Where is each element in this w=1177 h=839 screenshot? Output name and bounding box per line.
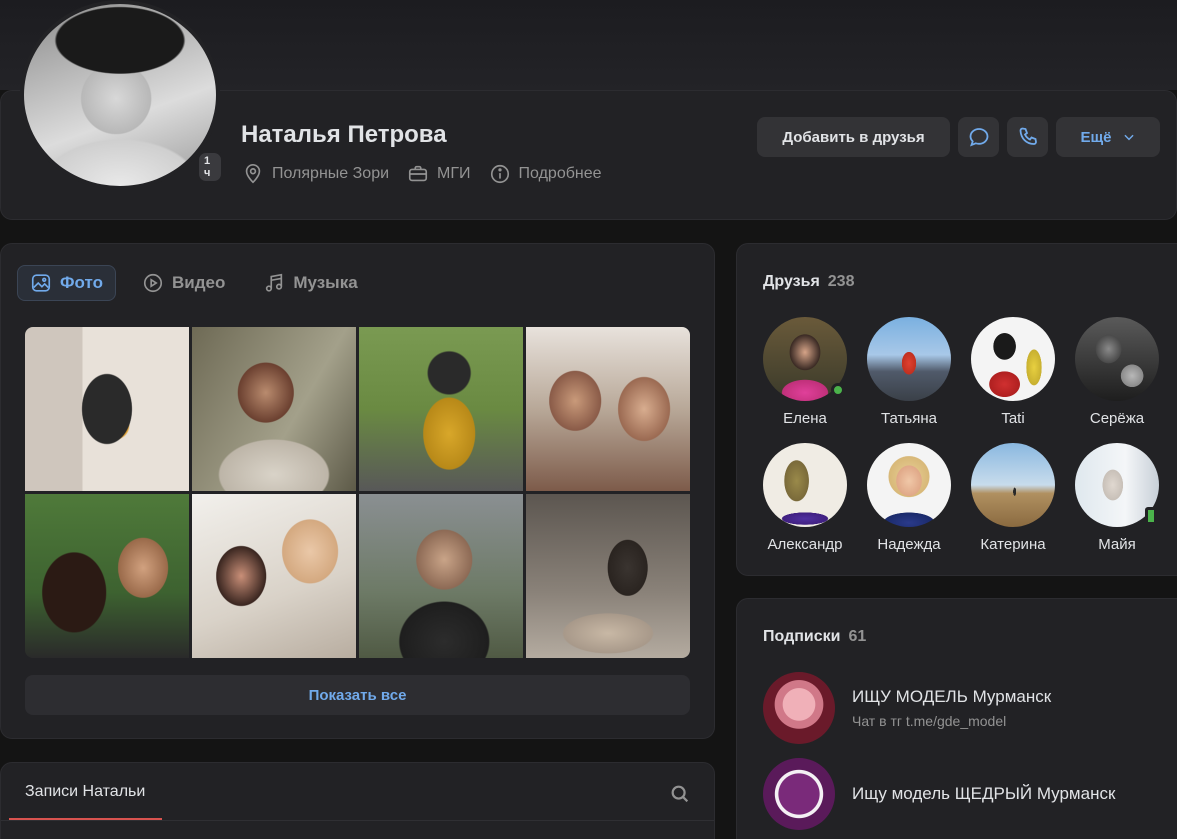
friends-grid: Елена Татьяна Tati Серёжа Александр Наде… [753,317,1169,553]
friend-name: Александр [767,536,843,553]
mobile-online-indicator [1145,507,1157,525]
call-button[interactable] [1007,117,1048,157]
friend-item[interactable]: Александр [753,443,857,553]
message-bubble-icon [969,128,988,147]
subscription-item[interactable]: ИЩУ МОДЕЛЬ Мурманск Чат в тг t.me/gde_mo… [763,672,1051,744]
friend-item[interactable]: Елена [753,317,857,427]
friend-name: Надежда [877,536,941,553]
friend-avatar[interactable] [867,317,951,401]
chevron-down-icon [1123,134,1134,141]
friend-name: Серёжа [1089,410,1145,427]
photo-thumbnail[interactable] [526,494,690,658]
friend-name: Катерина [980,536,1046,553]
location-pin-icon [245,164,261,184]
tab-music[interactable]: Музыка [251,265,369,301]
phone-icon [1019,127,1037,145]
photo-thumbnail[interactable] [25,327,189,491]
divider [1,820,714,821]
subscription-description: Чат в тг t.me/gde_model [852,713,1007,729]
search-icon[interactable] [669,783,691,805]
friends-count: 238 [827,273,855,290]
subscription-avatar[interactable] [763,758,835,830]
tab-video-label: Видео [171,273,226,292]
subscription-avatar[interactable] [763,672,835,744]
subscription-title[interactable]: ИЩУ МОДЕЛЬ Мурманск [852,687,1051,707]
friend-avatar[interactable] [763,317,847,401]
add-friend-button[interactable]: Добавить в друзья [757,117,950,157]
friend-name: Татьяна [881,410,937,427]
tab-photo-label: Фото [60,273,103,292]
profile-city[interactable]: Полярные Зори [242,163,389,185]
photo-thumbnail[interactable] [192,494,356,658]
friend-name: Майя [1098,536,1136,553]
more-button-label: Ещё [1080,128,1112,146]
photo-thumbnail[interactable] [25,494,189,658]
profile-actions: Добавить в друзья Ещё [757,117,1160,157]
play-circle-icon [143,273,163,293]
friends-panel: Друзья 238 Елена Татьяна Tati Серёжа Але… [736,243,1177,576]
subscription-title[interactable]: Ищу модель ЩЕДРЫЙ Мурманск [852,784,1115,804]
message-button[interactable] [958,117,999,157]
subscriptions-header[interactable]: Подписки 61 [763,628,866,646]
friend-name: Tati [1001,410,1025,427]
subscriptions-panel: Подписки 61 ИЩУ МОДЕЛЬ Мурманск Чат в тг… [736,598,1177,839]
tab-music-label: Музыка [293,273,358,292]
friend-item[interactable]: Надежда [857,443,961,553]
posts-panel: Записи Натальи [0,762,715,839]
friend-avatar[interactable] [971,317,1055,401]
subscription-item[interactable]: Ищу модель ЩЕДРЫЙ Мурманск [763,758,1115,830]
photo-thumbnail[interactable] [192,327,356,491]
tab-photo[interactable]: Фото [17,265,116,301]
last-seen-badge: 1 ч [196,150,224,184]
tab-video[interactable]: Видео [130,265,237,301]
friend-item[interactable]: Серёжа [1065,317,1169,427]
info-icon [490,164,509,184]
subscriptions-title: Подписки [763,628,841,645]
profile-avatar-wrap[interactable]: 1 ч [20,0,224,190]
friend-avatar[interactable] [763,443,847,527]
photo-thumbnail[interactable] [526,327,690,491]
friends-title: Друзья [763,273,820,290]
profile-city-label: Полярные Зори [272,165,390,182]
media-panel: Фото Видео Музыка Показать все [0,243,715,739]
profile-avatar[interactable] [20,0,220,190]
image-icon [31,274,51,292]
friend-item[interactable]: Майя [1065,443,1169,553]
tab-posts[interactable]: Записи Натальи [25,783,145,801]
briefcase-icon [408,165,428,182]
photo-grid [25,327,690,658]
friend-avatar[interactable] [971,443,1055,527]
music-note-icon [266,273,283,292]
profile-education[interactable]: МГИ [407,163,471,185]
friend-item[interactable]: Катерина [961,443,1065,553]
friend-avatar[interactable] [1075,317,1159,401]
photo-thumbnail[interactable] [359,494,523,658]
friend-avatar[interactable] [867,443,951,527]
subscriptions-count: 61 [848,628,867,645]
show-all-photos-button[interactable]: Показать все [25,675,690,715]
profile-meta: Полярные Зори МГИ Подробнее [242,163,602,185]
online-indicator [831,383,845,397]
media-tabs: Фото Видео Музыка [17,265,370,301]
friend-item[interactable]: Tati [961,317,1065,427]
more-button[interactable]: Ещё [1056,117,1160,157]
friend-avatar[interactable] [1075,443,1159,527]
friend-name: Елена [783,410,827,427]
profile-details-label: Подробнее [518,165,602,182]
profile-name: Наталья Петрова [241,121,447,148]
photo-thumbnail[interactable] [359,327,523,491]
friends-header[interactable]: Друзья 238 [763,273,854,291]
profile-education-label: МГИ [437,165,471,182]
friend-item[interactable]: Татьяна [857,317,961,427]
profile-details-link[interactable]: Подробнее [489,163,602,185]
